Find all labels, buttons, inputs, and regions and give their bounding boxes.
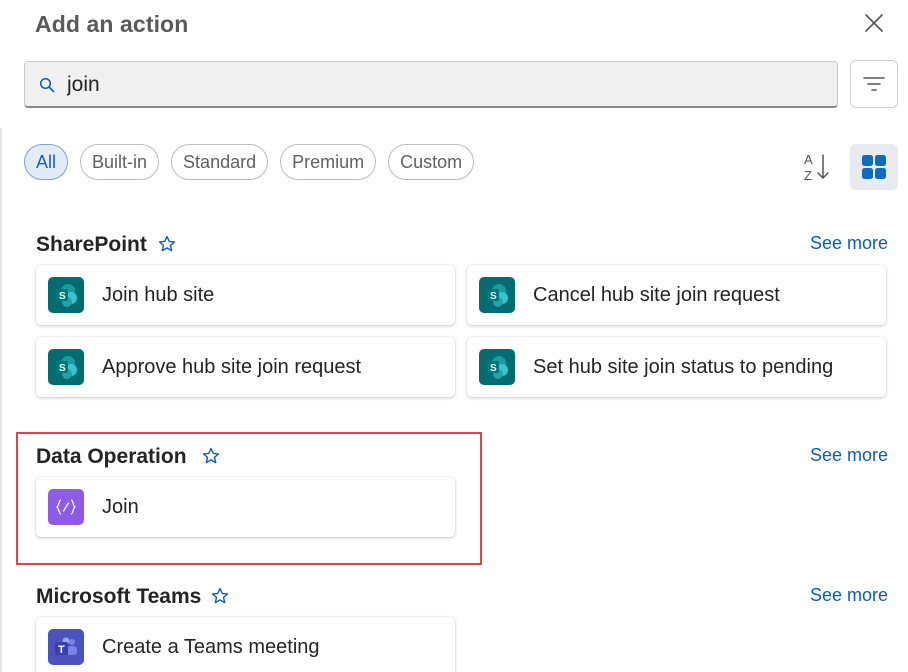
see-more-sharepoint[interactable]: See more	[810, 233, 888, 254]
svg-text:S: S	[59, 363, 66, 374]
sharepoint-icon: S	[479, 349, 515, 385]
pill-standard[interactable]: Standard	[171, 144, 269, 180]
data-operation-icon	[48, 489, 84, 525]
grid-view-icon	[862, 155, 886, 179]
see-more-microsoft-teams[interactable]: See more	[810, 585, 888, 606]
teams-icon: T	[48, 629, 84, 665]
action-card-create-a-teams-meeting[interactable]: T Create a Teams meeting	[36, 617, 455, 672]
action-label: Approve hub site join request	[102, 356, 362, 378]
pill-custom[interactable]: Custom	[388, 144, 475, 180]
action-label: Join	[102, 496, 139, 518]
pill-all[interactable]: All	[24, 144, 69, 180]
see-more-data-operation[interactable]: See more	[810, 445, 888, 466]
pill-built-in[interactable]: Built-in	[80, 144, 160, 180]
filter-pills: All Built-in Standard Premium Custom	[24, 144, 475, 180]
panel-title: Add an action	[35, 11, 189, 37]
action-card-cancel-hub-site-join-request[interactable]: S Cancel hub site join request	[467, 265, 886, 325]
svg-text:Z: Z	[804, 168, 812, 183]
sort-a-z-icon: A Z	[804, 152, 829, 183]
filter-icon	[863, 77, 885, 91]
sharepoint-icon: S	[479, 277, 515, 313]
action-label: Join hub site	[102, 284, 215, 306]
close-icon	[865, 14, 883, 32]
sort-button[interactable]: A Z	[800, 148, 836, 186]
svg-text:S: S	[59, 291, 66, 302]
search-box[interactable]	[24, 61, 838, 108]
section-title-data-operation: Data Operation	[36, 445, 187, 468]
svg-text:S: S	[490, 363, 497, 374]
search-input[interactable]	[67, 70, 827, 100]
search-icon	[39, 77, 55, 93]
action-label: Cancel hub site join request	[533, 284, 780, 306]
panel-divider	[0, 128, 2, 672]
filter-button[interactable]	[850, 60, 898, 108]
action-label: Create a Teams meeting	[102, 636, 320, 658]
favorite-star-icon[interactable]	[211, 587, 229, 605]
section-title-microsoft-teams: Microsoft Teams	[36, 585, 202, 608]
svg-text:T: T	[58, 644, 65, 656]
sharepoint-icon: S	[48, 349, 84, 385]
grid-view-button[interactable]	[850, 144, 898, 190]
action-card-approve-hub-site-join-request[interactable]: S Approve hub site join request	[36, 337, 455, 397]
favorite-star-icon[interactable]	[202, 447, 220, 465]
sharepoint-icon: S	[48, 277, 84, 313]
action-card-set-hub-site-join-status-to-pending[interactable]: S Set hub site join status to pending	[467, 337, 886, 397]
close-button[interactable]	[860, 9, 888, 37]
svg-text:A: A	[804, 152, 813, 167]
action-card-join[interactable]: Join	[36, 477, 455, 537]
action-card-join-hub-site[interactable]: S Join hub site	[36, 265, 455, 325]
action-label: Set hub site join status to pending	[533, 356, 834, 378]
favorite-star-icon[interactable]	[158, 235, 176, 253]
section-title-sharepoint: SharePoint	[36, 233, 147, 256]
svg-text:S: S	[490, 291, 497, 302]
pill-premium[interactable]: Premium	[280, 144, 377, 180]
